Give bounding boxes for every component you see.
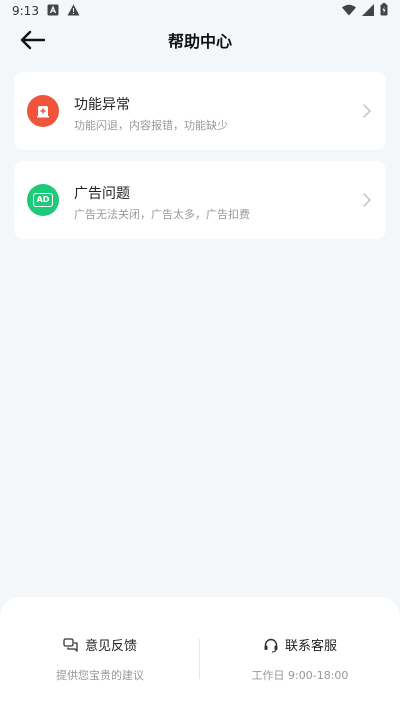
card-description: 广告无法关闭，广告太多，广告扣费 <box>74 208 250 221</box>
ad-icon: AD <box>33 193 53 207</box>
card-badge <box>27 95 59 127</box>
status-left: 9:13 <box>12 4 80 19</box>
chevron-right-icon <box>363 104 372 118</box>
warning-icon <box>67 4 80 19</box>
service-title-row: 联系客服 <box>200 635 400 654</box>
wifi-icon <box>342 4 356 19</box>
card-description: 功能闪退，内容报错，功能缺少 <box>74 119 228 132</box>
service-hours: 工作日 9:00-18:00 <box>251 669 349 682</box>
feedback-title: 意见反馈 <box>84 639 137 654</box>
chevron-right-icon <box>363 193 372 207</box>
page-title: 帮助中心 <box>167 32 232 51</box>
status-bar: 9:13 <box>0 0 400 22</box>
service-title: 联系客服 <box>284 639 337 654</box>
feedback-subtitle: 提供您宝贵的建议 <box>56 669 144 682</box>
headset-icon <box>264 638 278 653</box>
contact-service-button[interactable]: 联系客服 工作日 9:00-18:00 <box>200 597 400 711</box>
app-header: 帮助中心 <box>0 22 400 58</box>
card-badge: AD <box>27 184 59 216</box>
card-title: 广告问题 <box>74 186 130 202</box>
card-ad-issue[interactable]: AD 广告问题 广告无法关闭，广告太多，广告扣费 <box>14 161 386 239</box>
card-title: 功能异常 <box>74 97 130 113</box>
chat-bubbles-icon <box>63 637 78 652</box>
status-right <box>342 3 388 19</box>
accessibility-icon <box>47 4 59 19</box>
feedback-button[interactable]: 意见反馈 提供您宝贵的建议 <box>0 597 200 711</box>
card-function-issue[interactable]: 功能异常 功能闪退，内容报错，功能缺少 <box>14 72 386 150</box>
bottom-panel: 意见反馈 提供您宝贵的建议 联系客服 工作日 9:00-18:00 <box>0 597 400 711</box>
battery-icon <box>380 3 388 19</box>
status-time: 9:13 <box>12 4 39 18</box>
bug-report-icon <box>37 106 49 118</box>
arrow-left-icon <box>20 30 45 50</box>
signal-icon <box>362 3 374 19</box>
feedback-title-row: 意见反馈 <box>0 635 200 654</box>
back-button[interactable] <box>16 24 48 56</box>
